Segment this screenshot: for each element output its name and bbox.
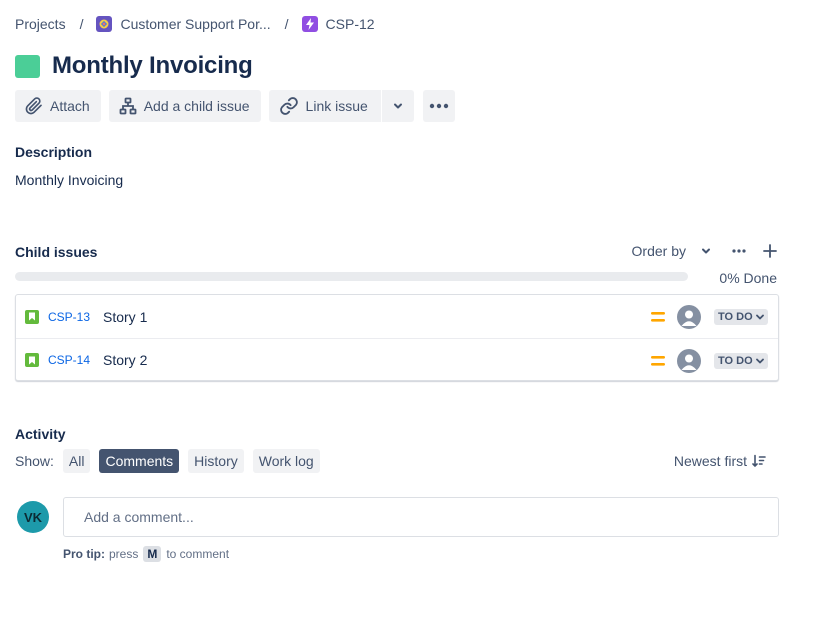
more-horizontal-icon	[429, 103, 449, 109]
epic-lightning-icon	[301, 16, 318, 32]
attach-button[interactable]: Attach	[15, 90, 101, 122]
breadcrumb-separator: /	[284, 16, 289, 32]
paperclip-icon	[25, 97, 42, 115]
chevron-down-icon	[755, 358, 764, 364]
project-avatar-icon	[96, 16, 113, 32]
child-issues-progress-bar	[15, 272, 688, 281]
sort-order-button[interactable]: Newest first	[674, 453, 766, 469]
pro-tip-label: Pro tip:	[63, 547, 105, 561]
filter-all-button[interactable]: All	[62, 449, 91, 473]
link-issue-button[interactable]: Link issue	[268, 90, 381, 122]
breadcrumb: Projects / Customer Support Por... / CSP…	[15, 15, 375, 33]
show-label: Show:	[15, 453, 54, 469]
child-issues-heading: Child issues	[15, 244, 98, 260]
add-child-issue-button[interactable]: Add a child issue	[108, 90, 261, 122]
child-issue-key[interactable]: CSP-14	[48, 353, 90, 367]
breadcrumb-project[interactable]: Customer Support Por...	[96, 16, 271, 32]
status-label: TO DO	[718, 311, 753, 323]
child-issue-summary[interactable]: Story 2	[103, 352, 147, 368]
description-heading: Description	[15, 144, 93, 160]
order-by-label: Order by	[631, 243, 686, 259]
issue-color-icon	[15, 54, 40, 78]
add-child-issue-label: Add a child issue	[143, 98, 250, 114]
breadcrumb-issue-key: CSP-12	[325, 16, 375, 32]
status-label: TO DO	[718, 355, 753, 367]
create-child-issue-button[interactable]	[763, 244, 777, 258]
description-text[interactable]: Monthly Invoicing	[15, 172, 123, 188]
priority-medium-icon	[651, 312, 665, 322]
pro-tip-pre: press	[109, 547, 139, 561]
title-row: Monthly Invoicing	[15, 52, 253, 80]
chevron-down-icon	[755, 314, 764, 320]
more-horizontal-icon	[732, 249, 746, 253]
table-row[interactable]: CSP-13 Story 1 TO DO	[16, 295, 778, 338]
pro-tip: Pro tip: press M to comment	[63, 546, 229, 562]
filter-comments-button[interactable]: Comments	[99, 449, 180, 473]
comment-input[interactable]	[63, 497, 779, 537]
story-bookmark-icon	[25, 309, 39, 324]
unassigned-avatar-icon[interactable]	[677, 349, 701, 373]
breadcrumb-projects[interactable]: Projects	[15, 16, 66, 32]
unassigned-avatar-icon[interactable]	[677, 305, 701, 329]
plus-icon	[763, 244, 777, 258]
sort-order-label: Newest first	[673, 453, 747, 469]
table-row[interactable]: CSP-14 Story 2 TO DO	[16, 338, 778, 381]
sort-descending-icon	[752, 454, 766, 468]
attach-button-label: Attach	[50, 98, 90, 114]
more-actions-button[interactable]	[422, 90, 455, 122]
breadcrumb-separator: /	[79, 16, 84, 32]
issue-toolbar: Attach Add a child issue Link issue	[15, 90, 463, 122]
user-avatar[interactable]: VK	[17, 501, 49, 533]
activity-heading: Activity	[15, 426, 66, 442]
chevron-down-icon	[702, 248, 710, 254]
link-icon	[279, 97, 298, 115]
child-issue-key[interactable]: CSP-13	[48, 310, 90, 324]
chevron-down-icon	[393, 103, 402, 109]
status-dropdown[interactable]: TO DO	[714, 309, 768, 325]
link-issue-label: Link issue	[305, 98, 368, 114]
page-title[interactable]: Monthly Invoicing	[52, 52, 253, 80]
breadcrumb-project-label: Customer Support Por...	[120, 16, 271, 32]
link-issue-dropdown-button[interactable]	[381, 90, 414, 122]
child-issues-more-button[interactable]	[732, 249, 746, 253]
child-issues-list: CSP-13 Story 1 TO DO CSP-14 Story 2 TO D…	[15, 294, 779, 381]
child-issues-controls: Order by	[632, 243, 777, 259]
filter-history-button[interactable]: History	[188, 449, 244, 473]
status-dropdown[interactable]: TO DO	[714, 353, 768, 369]
filter-work-log-button[interactable]: Work log	[252, 449, 320, 473]
priority-medium-icon	[651, 356, 665, 366]
progress-label: 0% Done	[719, 270, 777, 286]
order-by-button[interactable]: Order by	[632, 243, 712, 259]
hierarchy-icon	[119, 97, 137, 115]
breadcrumb-issue[interactable]: CSP-12	[301, 16, 375, 32]
pro-tip-post: to comment	[166, 547, 230, 561]
activity-filter-bar: Show: All Comments History Work log	[15, 449, 329, 473]
keyboard-shortcut-key: M	[143, 546, 162, 562]
child-issue-summary[interactable]: Story 1	[103, 309, 147, 325]
story-bookmark-icon	[25, 353, 39, 367]
